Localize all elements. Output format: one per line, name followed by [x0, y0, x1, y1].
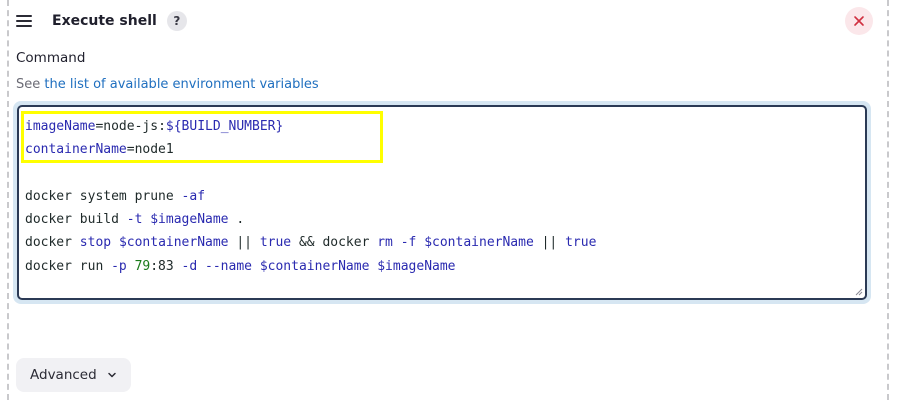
code-token: -d	[181, 258, 198, 274]
code-token: rm	[377, 235, 393, 251]
code-token: ${BUILD_NUMBER}	[165, 119, 284, 134]
code-token: docker build	[25, 212, 127, 228]
code-token: true	[259, 235, 292, 251]
code-token: imageName	[25, 119, 96, 134]
code-token: -f	[400, 235, 417, 251]
code-token: docker system prune	[25, 188, 182, 204]
code-token: ||	[533, 235, 566, 251]
code-token: =node1	[126, 142, 174, 158]
code-token: stop	[79, 235, 112, 251]
code-token: =node-js:	[95, 119, 166, 134]
code-token: .	[228, 212, 245, 228]
code-line: containerName=node1	[25, 138, 865, 161]
code-token: true	[565, 235, 597, 251]
code-token: $imageName	[150, 212, 229, 228]
code-token: docker	[25, 235, 80, 251]
advanced-button[interactable]: Advanced	[16, 358, 131, 392]
code-token: -t	[126, 212, 143, 228]
command-editor-focus-ring: imageName=node-js:${BUILD_NUMBER} contain…	[13, 101, 871, 304]
code-token: $containerName	[118, 235, 229, 251]
step-header: Execute shell ?	[16, 8, 187, 34]
env-vars-link[interactable]: the list of available environment variab…	[44, 77, 318, 92]
code-token: containerName	[25, 142, 127, 158]
step-title: Execute shell	[52, 13, 157, 29]
code-token: --name	[205, 258, 252, 274]
code-line: docker stop $containerName || true && do…	[25, 231, 865, 254]
code-line: docker run -p 79:83 -d --name $container…	[25, 255, 865, 278]
help-icon[interactable]: ?	[166, 11, 187, 31]
env-vars-prefix: See	[16, 77, 45, 92]
code-token: 79	[134, 258, 151, 274]
env-vars-hint: See the list of available environment va…	[16, 77, 319, 92]
code-token: -p	[111, 258, 127, 274]
code-token: $containerName	[424, 235, 534, 251]
delete-step-button[interactable]	[845, 7, 873, 35]
advanced-label: Advanced	[30, 367, 97, 383]
code-token: :83	[150, 258, 182, 274]
drag-handle-icon[interactable]	[16, 15, 32, 27]
code-token: $imageName	[377, 258, 456, 274]
command-textarea[interactable]: imageName=node-js:${BUILD_NUMBER} contain…	[17, 105, 867, 300]
code-token: ||	[228, 235, 260, 251]
chevron-down-icon	[107, 372, 116, 378]
code-token: -af	[181, 188, 206, 204]
resize-handle-icon[interactable]	[855, 288, 863, 296]
close-icon	[854, 16, 864, 26]
code-line: docker build -t $imageName .	[25, 208, 865, 231]
code-line: docker system prune -af	[25, 185, 865, 208]
code-line: imageName=node-js:${BUILD_NUMBER}	[25, 115, 865, 138]
code-token: docker run	[25, 258, 112, 274]
command-label: Command	[16, 50, 86, 66]
code-token: && docker	[291, 235, 378, 251]
code-token: $containerName	[259, 258, 370, 274]
